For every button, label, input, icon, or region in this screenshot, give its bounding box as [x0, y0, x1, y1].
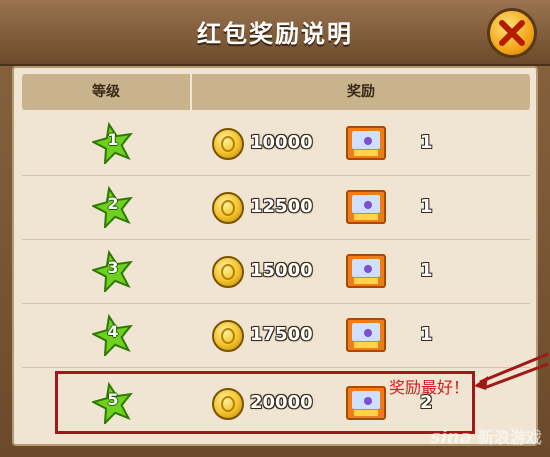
ticket-quantity: 1 — [420, 196, 433, 217]
coin-amount: 12500 — [250, 196, 313, 217]
table-row: 1 10000 1 — [22, 114, 530, 174]
level-number: 4 — [107, 322, 119, 341]
row-divider — [22, 367, 530, 368]
coin-icon — [212, 192, 244, 224]
ticket-icon — [346, 126, 386, 160]
table-row: 3 15000 1 — [22, 242, 530, 302]
ticket-icon — [346, 318, 386, 352]
ticket-quantity: 1 — [420, 324, 433, 345]
level-number: 2 — [107, 194, 119, 213]
close-x-icon — [499, 20, 525, 46]
reward-dialog: 红包奖励说明 等级 奖励 1 10000 1 2 12500 1 3 15000… — [0, 0, 550, 457]
coin-amount: 10000 — [250, 132, 313, 153]
table-row: 4 17500 1 — [22, 306, 530, 366]
row-divider — [22, 175, 530, 176]
table-header: 等级 奖励 — [22, 74, 530, 110]
watermark-text: 新浪游戏 — [477, 428, 542, 447]
ticket-icon — [346, 254, 386, 288]
ticket-icon — [346, 190, 386, 224]
ticket-quantity: 1 — [420, 132, 433, 153]
header-level: 等级 — [92, 84, 120, 100]
close-button[interactable] — [487, 8, 537, 58]
row-divider — [22, 239, 530, 240]
level-number: 1 — [107, 130, 119, 149]
coin-icon — [212, 128, 244, 160]
annotation-text: 奖励最好！ — [389, 378, 470, 397]
ticket-quantity: 1 — [420, 260, 433, 281]
coin-amount: 17500 — [250, 324, 313, 345]
coin-icon — [212, 256, 244, 288]
title-bar: 红包奖励说明 — [0, 0, 550, 66]
dialog-title: 红包奖励说明 — [197, 20, 353, 48]
header-reward: 奖励 — [347, 84, 375, 100]
watermark: sina 新浪游戏 — [430, 424, 542, 448]
table-row: 2 12500 1 — [22, 178, 530, 238]
annotation-arrows-icon — [474, 352, 549, 390]
level-number: 3 — [107, 258, 119, 277]
sina-logo: sina — [430, 427, 472, 448]
row-divider — [22, 303, 530, 304]
coin-icon — [212, 320, 244, 352]
coin-amount: 15000 — [250, 260, 313, 281]
